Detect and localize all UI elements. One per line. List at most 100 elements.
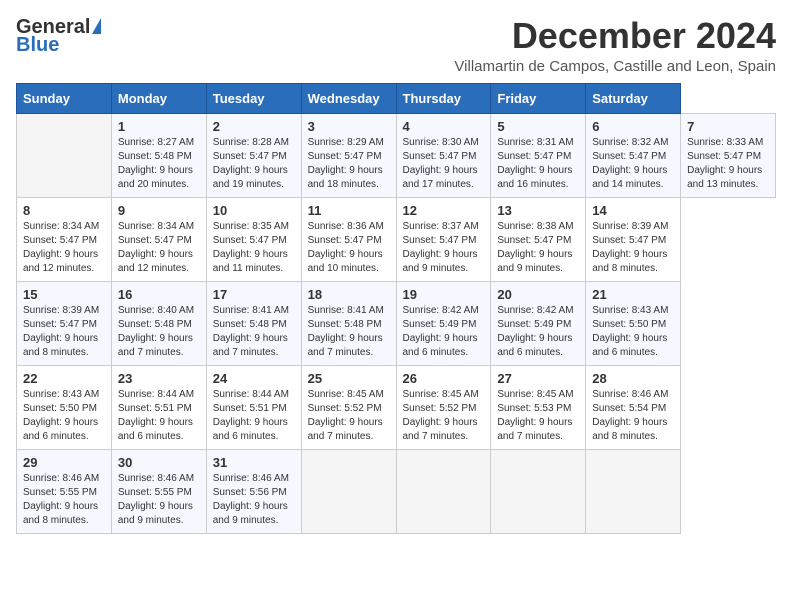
day-number: 11	[308, 203, 391, 218]
calendar-day-cell: 26 Sunrise: 8:45 AMSunset: 5:52 PMDaylig…	[396, 365, 491, 449]
calendar-day-cell: 2 Sunrise: 8:28 AMSunset: 5:47 PMDayligh…	[206, 113, 301, 197]
calendar-body: 1 Sunrise: 8:27 AMSunset: 5:48 PMDayligh…	[17, 113, 776, 533]
day-number: 19	[403, 287, 486, 302]
day-number: 17	[213, 287, 296, 302]
calendar-day-header: Wednesday	[301, 83, 396, 113]
day-number: 23	[118, 371, 201, 386]
logo: General Blue	[16, 16, 101, 56]
calendar-day-header: Tuesday	[206, 83, 301, 113]
day-number: 15	[23, 287, 106, 302]
day-number: 12	[403, 203, 486, 218]
calendar-day-cell: 8 Sunrise: 8:34 AMSunset: 5:47 PMDayligh…	[17, 197, 112, 281]
calendar-day-cell: 29 Sunrise: 8:46 AMSunset: 5:55 PMDaylig…	[17, 449, 112, 533]
day-info: Sunrise: 8:33 AMSunset: 5:47 PMDaylight:…	[687, 137, 763, 190]
day-number: 20	[497, 287, 580, 302]
calendar-day-cell: 10 Sunrise: 8:35 AMSunset: 5:47 PMDaylig…	[206, 197, 301, 281]
day-info: Sunrise: 8:43 AMSunset: 5:50 PMDaylight:…	[592, 305, 668, 358]
calendar-day-cell	[491, 449, 586, 533]
calendar-day-cell: 24 Sunrise: 8:44 AMSunset: 5:51 PMDaylig…	[206, 365, 301, 449]
calendar-day-header: Thursday	[396, 83, 491, 113]
day-info: Sunrise: 8:46 AMSunset: 5:55 PMDaylight:…	[118, 473, 194, 526]
day-info: Sunrise: 8:42 AMSunset: 5:49 PMDaylight:…	[497, 305, 573, 358]
day-number: 18	[308, 287, 391, 302]
calendar-table: SundayMondayTuesdayWednesdayThursdayFrid…	[16, 83, 776, 534]
calendar-day-cell: 17 Sunrise: 8:41 AMSunset: 5:48 PMDaylig…	[206, 281, 301, 365]
day-number: 29	[23, 455, 106, 470]
day-info: Sunrise: 8:46 AMSunset: 5:54 PMDaylight:…	[592, 389, 668, 442]
day-number: 7	[687, 119, 770, 134]
day-info: Sunrise: 8:31 AMSunset: 5:47 PMDaylight:…	[497, 137, 573, 190]
calendar-day-cell: 6 Sunrise: 8:32 AMSunset: 5:47 PMDayligh…	[586, 113, 681, 197]
day-info: Sunrise: 8:34 AMSunset: 5:47 PMDaylight:…	[23, 221, 99, 274]
calendar-day-header: Monday	[111, 83, 206, 113]
day-info: Sunrise: 8:35 AMSunset: 5:47 PMDaylight:…	[213, 221, 289, 274]
logo-triangle-icon	[92, 18, 101, 34]
calendar-day-cell: 28 Sunrise: 8:46 AMSunset: 5:54 PMDaylig…	[586, 365, 681, 449]
day-number: 16	[118, 287, 201, 302]
day-info: Sunrise: 8:45 AMSunset: 5:52 PMDaylight:…	[403, 389, 479, 442]
calendar-header-row: SundayMondayTuesdayWednesdayThursdayFrid…	[17, 83, 776, 113]
day-info: Sunrise: 8:45 AMSunset: 5:52 PMDaylight:…	[308, 389, 384, 442]
day-number: 3	[308, 119, 391, 134]
day-info: Sunrise: 8:36 AMSunset: 5:47 PMDaylight:…	[308, 221, 384, 274]
day-info: Sunrise: 8:46 AMSunset: 5:55 PMDaylight:…	[23, 473, 99, 526]
day-info: Sunrise: 8:38 AMSunset: 5:47 PMDaylight:…	[497, 221, 573, 274]
day-number: 4	[403, 119, 486, 134]
day-number: 13	[497, 203, 580, 218]
calendar-day-cell: 31 Sunrise: 8:46 AMSunset: 5:56 PMDaylig…	[206, 449, 301, 533]
calendar-day-cell	[586, 449, 681, 533]
day-info: Sunrise: 8:34 AMSunset: 5:47 PMDaylight:…	[118, 221, 194, 274]
logo-blue: Blue	[16, 34, 59, 56]
day-number: 5	[497, 119, 580, 134]
day-info: Sunrise: 8:46 AMSunset: 5:56 PMDaylight:…	[213, 473, 289, 526]
location-title: Villamartin de Campos, Castille and Leon…	[454, 58, 776, 75]
calendar-day-cell: 21 Sunrise: 8:43 AMSunset: 5:50 PMDaylig…	[586, 281, 681, 365]
day-info: Sunrise: 8:37 AMSunset: 5:47 PMDaylight:…	[403, 221, 479, 274]
calendar-day-cell: 13 Sunrise: 8:38 AMSunset: 5:47 PMDaylig…	[491, 197, 586, 281]
day-number: 1	[118, 119, 201, 134]
day-info: Sunrise: 8:39 AMSunset: 5:47 PMDaylight:…	[23, 305, 99, 358]
day-number: 27	[497, 371, 580, 386]
calendar-day-cell: 18 Sunrise: 8:41 AMSunset: 5:48 PMDaylig…	[301, 281, 396, 365]
day-number: 8	[23, 203, 106, 218]
calendar-day-cell: 15 Sunrise: 8:39 AMSunset: 5:47 PMDaylig…	[17, 281, 112, 365]
month-title: December 2024	[454, 16, 776, 56]
day-number: 2	[213, 119, 296, 134]
calendar-week-row: 8 Sunrise: 8:34 AMSunset: 5:47 PMDayligh…	[17, 197, 776, 281]
calendar-day-cell: 23 Sunrise: 8:44 AMSunset: 5:51 PMDaylig…	[111, 365, 206, 449]
day-info: Sunrise: 8:42 AMSunset: 5:49 PMDaylight:…	[403, 305, 479, 358]
day-number: 26	[403, 371, 486, 386]
calendar-day-cell: 12 Sunrise: 8:37 AMSunset: 5:47 PMDaylig…	[396, 197, 491, 281]
day-info: Sunrise: 8:27 AMSunset: 5:48 PMDaylight:…	[118, 137, 194, 190]
day-info: Sunrise: 8:32 AMSunset: 5:47 PMDaylight:…	[592, 137, 668, 190]
day-info: Sunrise: 8:41 AMSunset: 5:48 PMDaylight:…	[308, 305, 384, 358]
calendar-day-cell: 11 Sunrise: 8:36 AMSunset: 5:47 PMDaylig…	[301, 197, 396, 281]
day-info: Sunrise: 8:44 AMSunset: 5:51 PMDaylight:…	[118, 389, 194, 442]
day-info: Sunrise: 8:45 AMSunset: 5:53 PMDaylight:…	[497, 389, 573, 442]
calendar-day-cell	[17, 113, 112, 197]
day-number: 9	[118, 203, 201, 218]
day-number: 21	[592, 287, 675, 302]
day-info: Sunrise: 8:30 AMSunset: 5:47 PMDaylight:…	[403, 137, 479, 190]
calendar-day-header: Friday	[491, 83, 586, 113]
calendar-week-row: 22 Sunrise: 8:43 AMSunset: 5:50 PMDaylig…	[17, 365, 776, 449]
calendar-day-cell: 25 Sunrise: 8:45 AMSunset: 5:52 PMDaylig…	[301, 365, 396, 449]
calendar-day-cell: 7 Sunrise: 8:33 AMSunset: 5:47 PMDayligh…	[681, 113, 776, 197]
day-number: 25	[308, 371, 391, 386]
day-number: 6	[592, 119, 675, 134]
day-info: Sunrise: 8:41 AMSunset: 5:48 PMDaylight:…	[213, 305, 289, 358]
calendar-day-cell: 9 Sunrise: 8:34 AMSunset: 5:47 PMDayligh…	[111, 197, 206, 281]
calendar-day-cell	[396, 449, 491, 533]
calendar-day-header: Saturday	[586, 83, 681, 113]
calendar-week-row: 29 Sunrise: 8:46 AMSunset: 5:55 PMDaylig…	[17, 449, 776, 533]
day-info: Sunrise: 8:43 AMSunset: 5:50 PMDaylight:…	[23, 389, 99, 442]
day-number: 22	[23, 371, 106, 386]
calendar-day-cell: 14 Sunrise: 8:39 AMSunset: 5:47 PMDaylig…	[586, 197, 681, 281]
day-number: 10	[213, 203, 296, 218]
day-number: 28	[592, 371, 675, 386]
day-number: 14	[592, 203, 675, 218]
title-area: December 2024 Villamartin de Campos, Cas…	[454, 16, 776, 75]
day-number: 31	[213, 455, 296, 470]
calendar-day-cell: 16 Sunrise: 8:40 AMSunset: 5:48 PMDaylig…	[111, 281, 206, 365]
day-number: 30	[118, 455, 201, 470]
